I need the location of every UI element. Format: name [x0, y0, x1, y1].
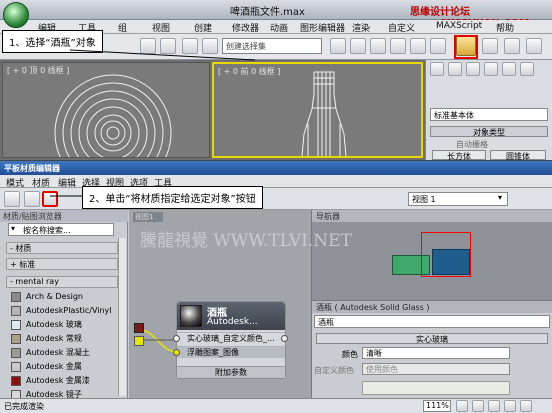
app-logo-icon[interactable] [3, 2, 29, 28]
callout-arrows [50, 49, 256, 197]
